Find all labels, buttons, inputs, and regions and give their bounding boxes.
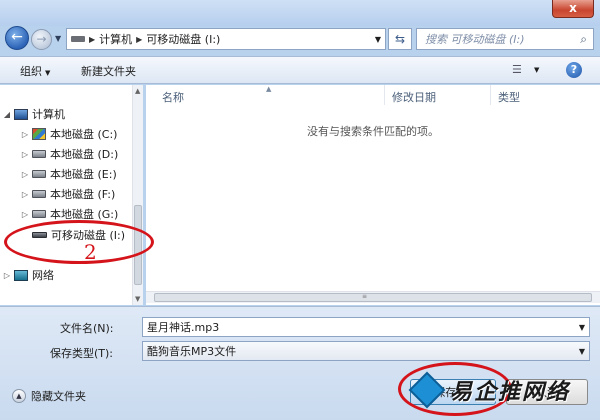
- drive-icon: [32, 210, 46, 218]
- watermark: 易企推网络: [408, 371, 571, 409]
- address-bar[interactable]: ▶ 计算机 ▶ 可移动磁盘 (I:) ▼: [66, 28, 386, 50]
- savetype-label: 保存类型(T):: [50, 347, 114, 360]
- chevron-down-icon[interactable]: ▼: [579, 323, 585, 332]
- new-folder-button[interactable]: 新建文件夹: [81, 63, 136, 79]
- column-divider[interactable]: [384, 85, 385, 105]
- forward-button[interactable]: →: [31, 29, 52, 50]
- chevron-down-icon: ▼: [45, 69, 51, 77]
- command-toolbar: 组织 ▼ 新建文件夹 ☰ ▼ ?: [0, 56, 600, 84]
- scrollbar-grip-icon: ≡: [362, 293, 368, 300]
- breadcrumb-computer[interactable]: 计算机: [99, 31, 132, 47]
- filename-field[interactable]: 星月神话.mp3 ▼: [142, 317, 590, 337]
- tree-item-network[interactable]: ▷ 网络: [0, 266, 54, 284]
- tree-item-drive-d[interactable]: ▷ 本地磁盘 (D:): [18, 145, 118, 163]
- scroll-down-icon[interactable]: ▼: [135, 295, 140, 303]
- horizontal-scrollbar[interactable]: ≡: [146, 291, 600, 303]
- network-icon: [14, 269, 28, 281]
- chevron-right-icon: ▶: [89, 34, 96, 44]
- hide-folders-label: 隐藏文件夹: [31, 390, 86, 403]
- column-header-date[interactable]: 修改日期: [392, 89, 436, 105]
- annotation-ellipse-removable-drive: [4, 220, 154, 264]
- sort-arrow-icon: ▲: [266, 85, 272, 93]
- column-header-type[interactable]: 类型: [498, 89, 520, 105]
- title-bar: x: [0, 0, 600, 26]
- chevron-down-icon[interactable]: ▼: [534, 66, 539, 74]
- column-header-name[interactable]: 名称: [162, 89, 184, 105]
- tree-collapsed-icon[interactable]: ▷: [0, 271, 14, 280]
- column-divider[interactable]: [490, 85, 491, 105]
- organize-label: 组织: [20, 65, 42, 78]
- tree-collapsed-icon[interactable]: ▷: [18, 190, 32, 199]
- nav-scrollbar[interactable]: ▲ ▼: [132, 85, 143, 305]
- tree-collapsed-icon[interactable]: ▷: [18, 210, 32, 219]
- tree-item-drive-c[interactable]: ▷ 本地磁盘 (C:): [18, 125, 117, 143]
- navigation-pane: ◢ 计算机 ▷ 本地磁盘 (C:) ▷ 本地磁盘 (D:) ▷ 本地磁盘 (E:…: [0, 85, 143, 305]
- annotation-step-number: 2: [84, 240, 97, 264]
- search-icon[interactable]: ⌕: [580, 32, 587, 47]
- back-button[interactable]: ←: [5, 26, 29, 50]
- chevron-down-icon[interactable]: ▼: [375, 35, 381, 44]
- tree-collapsed-icon[interactable]: ▷: [18, 130, 32, 139]
- tree-collapsed-icon[interactable]: ▷: [18, 150, 32, 159]
- savetype-select[interactable]: 酷狗音乐MP3文件 ▼: [142, 341, 590, 361]
- tree-item-label: 计算机: [32, 108, 65, 121]
- tree-collapsed-icon[interactable]: ▷: [18, 170, 32, 179]
- windows-drive-icon: [32, 128, 46, 140]
- arrow-right-icon: →: [36, 32, 47, 46]
- drive-icon: [32, 150, 46, 158]
- refresh-button[interactable]: ⇆: [388, 28, 412, 50]
- scroll-up-icon[interactable]: ▲: [135, 87, 140, 95]
- scrollbar-thumb[interactable]: [154, 293, 592, 302]
- chevron-down-icon[interactable]: ▼: [579, 347, 585, 356]
- chevron-right-icon: ▶: [136, 34, 143, 44]
- breadcrumb-removable-drive[interactable]: 可移动磁盘 (I:): [146, 31, 220, 47]
- recent-locations-dropdown[interactable]: ▼: [55, 34, 61, 43]
- refresh-icon: ⇆: [394, 32, 406, 46]
- tree-item-label: 网络: [32, 269, 54, 282]
- tree-item-label: 本地磁盘 (C:): [50, 128, 118, 141]
- tree-expanded-icon[interactable]: ◢: [0, 110, 14, 119]
- view-options-icon[interactable]: ☰: [512, 64, 524, 76]
- empty-message: 没有与搜索条件匹配的项。: [307, 125, 439, 138]
- drive-icon: [32, 190, 46, 198]
- watermark-logo-icon: [408, 371, 446, 409]
- address-row: ← → ▼ ▶ 计算机 ▶ 可移动磁盘 (I:) ▼ ⇆ ⌕: [0, 26, 600, 54]
- tree-item-computer[interactable]: ◢ 计算机: [0, 105, 65, 123]
- search-box[interactable]: ⌕: [416, 28, 594, 50]
- close-button[interactable]: x: [552, 0, 594, 18]
- hide-folders-toggle[interactable]: ▲ 隐藏文件夹: [12, 388, 86, 404]
- tree-item-label: 本地磁盘 (D:): [50, 148, 119, 161]
- filename-value[interactable]: 星月神话.mp3: [147, 319, 219, 335]
- watermark-text: 易企推网络: [450, 379, 571, 405]
- drive-icon: [32, 170, 46, 178]
- search-input[interactable]: [425, 32, 575, 46]
- savetype-value: 酷狗音乐MP3文件: [147, 345, 237, 358]
- file-list-pane: ▲ 名称 修改日期 类型 没有与搜索条件匹配的项。 ≡: [146, 85, 600, 305]
- tree-item-drive-e[interactable]: ▷ 本地磁盘 (E:): [18, 165, 117, 183]
- tree-item-label: 本地磁盘 (E:): [50, 168, 117, 181]
- organize-button[interactable]: 组织 ▼: [20, 63, 50, 79]
- usb-drive-icon: [71, 36, 85, 42]
- tree-item-label: 本地磁盘 (F:): [50, 188, 116, 201]
- computer-icon: [14, 108, 28, 120]
- arrow-left-icon: ←: [11, 29, 23, 45]
- tree-item-drive-f[interactable]: ▷ 本地磁盘 (F:): [18, 185, 115, 203]
- chevron-up-icon: ▲: [12, 389, 26, 403]
- help-icon[interactable]: ?: [566, 62, 582, 78]
- filename-label: 文件名(N):: [60, 322, 114, 335]
